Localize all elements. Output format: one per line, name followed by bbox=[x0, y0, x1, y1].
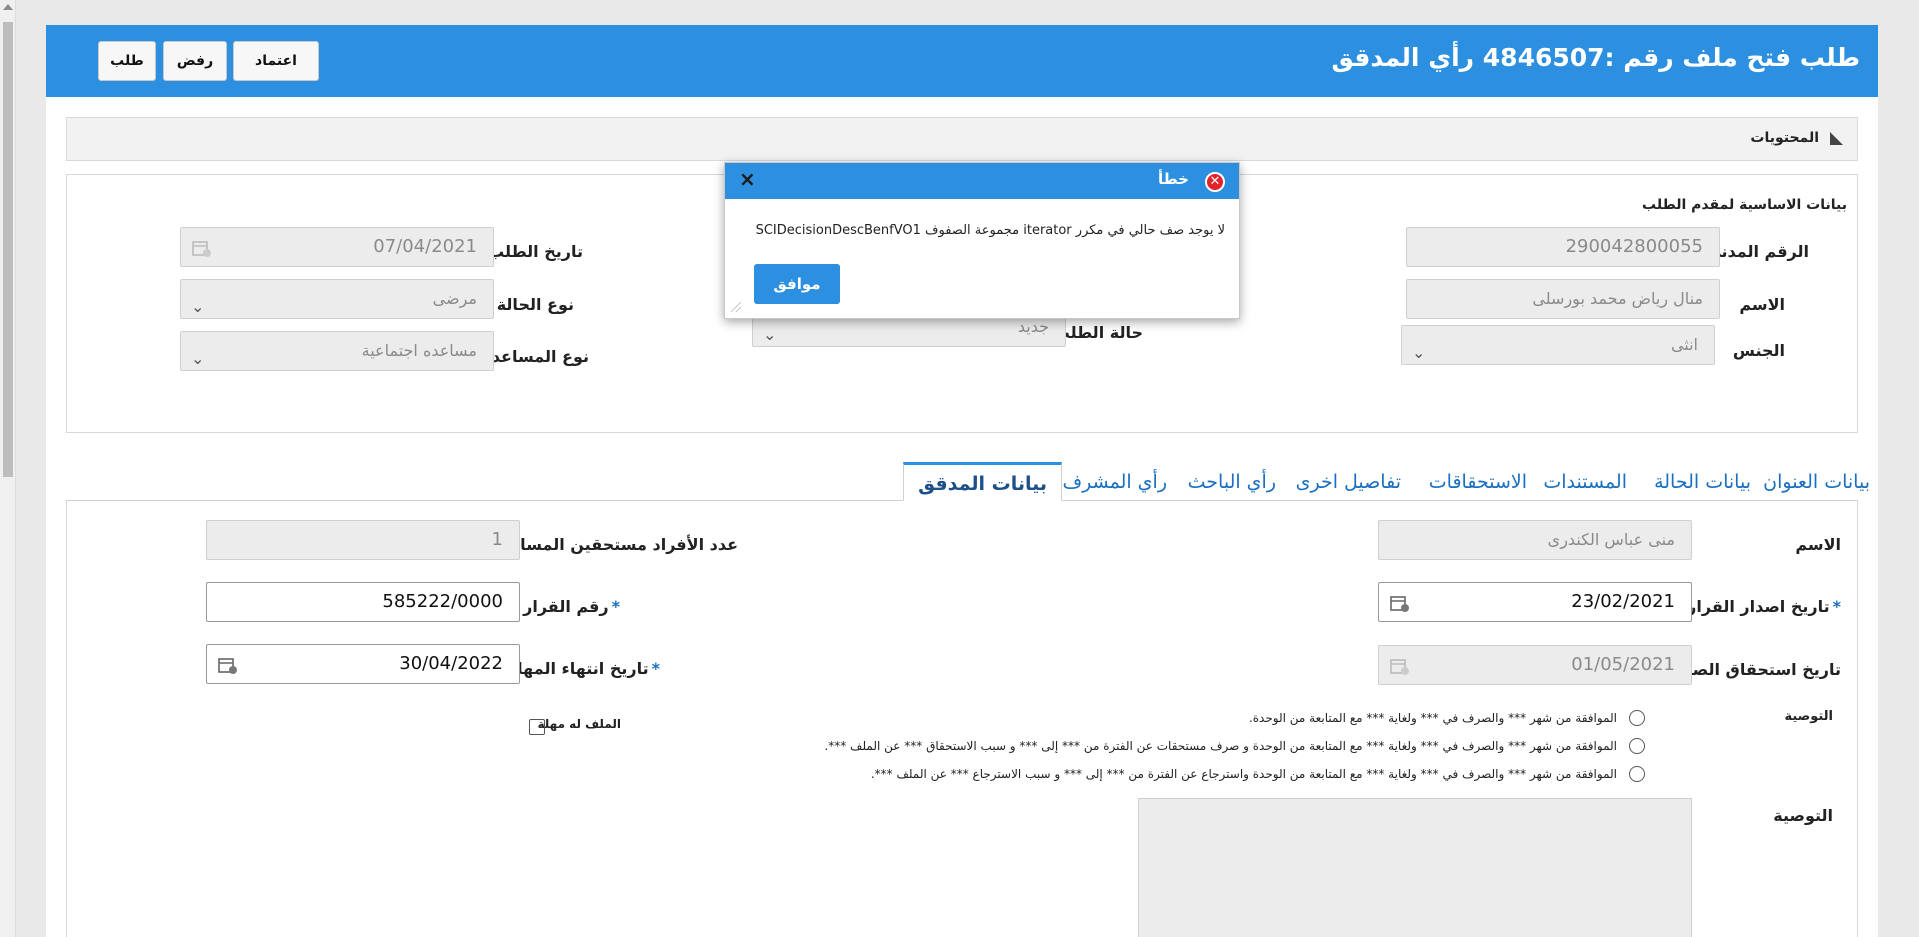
recommendation-text-label: التوصية bbox=[1773, 806, 1833, 825]
eligible-count-field: 1 bbox=[206, 520, 520, 560]
radio-button[interactable] bbox=[1629, 710, 1645, 726]
page-title: طلب فتح ملف رقم :4846507 رأي المدقق bbox=[1331, 43, 1860, 72]
case-type-select[interactable]: مرضى ⌄ bbox=[180, 279, 494, 319]
request-date-label: تاريخ الطلب bbox=[488, 242, 583, 261]
request-status-label: حالة الطلب bbox=[1053, 323, 1143, 342]
has-deadline-label: الملف له مهلة bbox=[537, 717, 621, 731]
chevron-down-icon: ⌄ bbox=[1412, 343, 1426, 362]
name-label: الاسم bbox=[1739, 295, 1785, 314]
error-dialog: ✕ خطأ × لا يوجد صف حالي في مكرر iterator… bbox=[724, 162, 1240, 319]
recommendation-option-1[interactable]: الموافقة من شهر *** والصرف في *** ولغاية… bbox=[1249, 710, 1645, 726]
error-icon: ✕ bbox=[1205, 172, 1225, 192]
gender-select[interactable]: انثى ⌄ bbox=[1401, 325, 1715, 365]
deadline-date-input[interactable]: 30/04/2022 bbox=[206, 644, 520, 684]
name-field: منال رياض محمد بورسلى bbox=[1406, 279, 1720, 319]
recommendation-options-label: التوصية bbox=[1784, 709, 1833, 724]
auditor-name-label: الاسم bbox=[1795, 535, 1841, 554]
tab-supervisor-opinion[interactable]: رأي المشرف bbox=[1062, 471, 1167, 493]
reject-button[interactable]: رفض bbox=[163, 41, 227, 81]
ok-button[interactable]: موافق bbox=[754, 264, 840, 304]
tab-entitlements[interactable]: الاستحقاقات bbox=[1429, 471, 1527, 493]
tab-auditor-data[interactable]: بيانات المدقق bbox=[903, 462, 1062, 501]
calendar-icon[interactable] bbox=[1389, 593, 1411, 613]
disbursement-date-field: 01/05/2021 bbox=[1378, 645, 1692, 685]
tab-case-data[interactable]: بيانات الحالة bbox=[1654, 471, 1751, 493]
dialog-title: خطأ bbox=[1157, 170, 1189, 188]
eligible-count-label: عدد الأفراد مستحقين المساعدة bbox=[490, 535, 738, 554]
has-deadline-checkbox[interactable] bbox=[529, 719, 545, 735]
calendar-icon[interactable] bbox=[217, 655, 239, 675]
chevron-down-icon: ⌄ bbox=[191, 349, 205, 368]
contents-label: المحتويات bbox=[1750, 130, 1819, 146]
chevron-down-icon: ⌄ bbox=[763, 325, 777, 344]
radio-button[interactable] bbox=[1629, 738, 1645, 754]
recommendation-option-3[interactable]: الموافقة من شهر *** والصرف في *** ولغاية… bbox=[871, 766, 1645, 782]
chevron-down-icon: ⌄ bbox=[191, 297, 205, 316]
dialog-message: لا يوجد صف حالي في مكرر iterator مجموعة … bbox=[755, 223, 1225, 238]
request-date-field: 07/04/2021 bbox=[180, 227, 494, 267]
page-header: طلب فتح ملف رقم :4846507 رأي المدقق طلب … bbox=[46, 25, 1878, 97]
dialog-header: ✕ خطأ × bbox=[725, 163, 1239, 199]
aid-type-select[interactable]: مساعده اجتماعية ⌄ bbox=[180, 331, 494, 371]
close-icon[interactable]: × bbox=[739, 167, 756, 191]
civil-id-field: 290042800055 bbox=[1406, 227, 1720, 267]
gender-label: الجنس bbox=[1732, 341, 1785, 360]
resize-grip-icon[interactable] bbox=[731, 302, 741, 312]
scroll-thumb[interactable] bbox=[3, 22, 13, 477]
deadline-date-label: *تاريخ انتهاء المهلة bbox=[506, 659, 660, 678]
applicant-panel-title: بيانات الاساسية لمقدم الطلب bbox=[1642, 197, 1847, 213]
auditor-name-field: منى عباس الكندرى bbox=[1378, 520, 1692, 560]
calendar-icon bbox=[1390, 659, 1409, 675]
tab-researcher-opinion[interactable]: رأي الباحث bbox=[1188, 471, 1276, 493]
contents-section-toggle[interactable]: المحتويات bbox=[66, 117, 1858, 161]
tab-documents[interactable]: المستندات bbox=[1543, 471, 1627, 493]
decision-number-label: *رقم القرار bbox=[523, 597, 620, 616]
recommendation-textarea[interactable] bbox=[1138, 798, 1692, 937]
decision-number-input[interactable]: 585222/0000 bbox=[206, 582, 520, 622]
tab-other-details[interactable]: تفاصيل اخرى bbox=[1296, 471, 1401, 493]
collapse-triangle-icon bbox=[1830, 132, 1843, 145]
case-type-label: نوع الحالة bbox=[496, 295, 574, 314]
tab-address-data[interactable]: بيانات العنوان bbox=[1763, 471, 1870, 493]
calendar-icon bbox=[192, 241, 211, 257]
request-button[interactable]: طلب bbox=[98, 41, 156, 81]
page-scrollbar[interactable] bbox=[0, 0, 16, 937]
decision-date-input[interactable]: 23/02/2021 bbox=[1378, 582, 1692, 622]
recommendation-option-2[interactable]: الموافقة من شهر *** والصرف في *** ولغاية… bbox=[824, 738, 1645, 754]
aid-type-label: نوع المساعدة bbox=[482, 347, 589, 366]
auditor-panel: الاسم منى عباس الكندرى عدد الأفراد مستحق… bbox=[66, 500, 1858, 937]
scroll-up-icon[interactable] bbox=[3, 4, 13, 10]
radio-button[interactable] bbox=[1629, 766, 1645, 782]
civil-id-label: الرقم المدني bbox=[1705, 242, 1809, 261]
approve-button[interactable]: اعتماد bbox=[233, 41, 319, 81]
decision-date-label: *تاريخ اصدار القرار bbox=[1687, 597, 1841, 616]
